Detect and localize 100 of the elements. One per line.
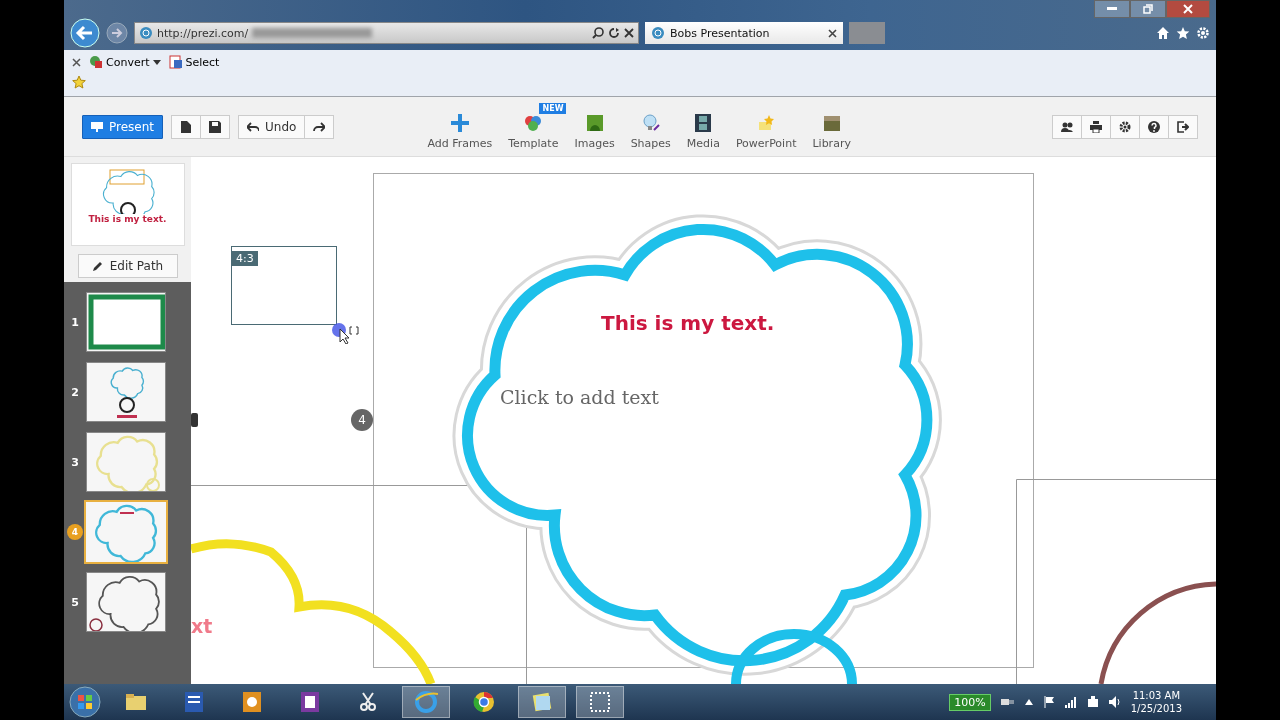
url-text: http://prezi.com/ (157, 26, 249, 40)
dashed-square-icon[interactable] (588, 690, 612, 714)
present-button[interactable]: Present (82, 114, 164, 139)
restore-icon (1143, 4, 1153, 14)
document-icon[interactable] (182, 690, 206, 714)
pencil-icon (91, 260, 104, 272)
circles-icon (523, 113, 544, 133)
back-button[interactable] (70, 18, 100, 48)
browser-icon[interactable] (472, 690, 496, 714)
exit-icon (1177, 120, 1189, 133)
close-icon[interactable] (624, 28, 634, 38)
help-button[interactable] (1139, 114, 1169, 139)
caret-icon[interactable] (1024, 699, 1033, 705)
slide-number: 1 (70, 315, 80, 329)
slide-thumbnail[interactable] (86, 572, 166, 632)
exit-button[interactable] (1168, 114, 1198, 139)
slide-thumbnail[interactable] (86, 362, 166, 422)
tool-button[interactable]: PowerPoint (727, 103, 805, 150)
minimize-icon (1107, 7, 1117, 11)
bulb-icon (640, 113, 661, 133)
flag-icon[interactable] (1042, 696, 1055, 708)
settings-icon[interactable] (1196, 26, 1210, 40)
share-button[interactable] (1052, 114, 1082, 139)
tab-title: Bobs Presentation (670, 26, 771, 40)
printer-icon (1090, 120, 1102, 133)
print-button[interactable] (1081, 114, 1111, 139)
save-icon (209, 120, 222, 133)
date-text: 1/25/2013 (1130, 702, 1182, 715)
edit-path-button[interactable]: Edit Path (77, 254, 178, 278)
start-button[interactable] (68, 685, 102, 719)
tool-button[interactable]: NEW Template (500, 103, 567, 150)
aspect-ratio-label: 4:3 (232, 251, 258, 266)
film-icon (693, 113, 714, 133)
tool-button[interactable]: Library (804, 103, 859, 150)
step-badge: 4 (67, 524, 83, 540)
notebook-icon[interactable] (298, 690, 322, 714)
plus-icon (449, 113, 470, 133)
slide-thumbnail[interactable] (86, 292, 166, 352)
help-icon (1148, 120, 1160, 133)
document-icon (181, 120, 192, 133)
signal-icon[interactable] (1064, 696, 1077, 708)
close-icon[interactable] (72, 57, 81, 67)
browser-tab[interactable]: Bobs Presentation (645, 22, 843, 44)
tool-button[interactable]: Images (566, 103, 623, 150)
tool-button[interactable]: Shapes (622, 103, 679, 150)
settings-button[interactable] (1110, 114, 1140, 139)
power-plug-icon[interactable] (1000, 696, 1015, 708)
slide-number: 5 (70, 595, 80, 609)
save-button[interactable] (200, 114, 231, 139)
globe-icon (139, 26, 153, 40)
forward-button[interactable] (106, 22, 128, 44)
address-bar[interactable]: http://prezi.com/ (134, 22, 639, 44)
redo-button[interactable] (304, 114, 335, 139)
convert-icon (89, 55, 103, 69)
picture-icon (584, 113, 605, 133)
close-window-button[interactable] (1166, 0, 1210, 18)
globe-icon (651, 26, 665, 40)
minimize-button[interactable] (1094, 0, 1130, 18)
star-icon[interactable] (1176, 26, 1190, 40)
frame-outline[interactable]: 4:3 (231, 246, 337, 325)
document-icon[interactable] (240, 690, 264, 714)
close-icon[interactable] (828, 28, 837, 38)
screen-icon (91, 120, 103, 133)
settings-icon (1119, 120, 1131, 133)
undo-button[interactable]: Undo (238, 114, 306, 139)
caret-icon (152, 59, 161, 65)
resize-handle[interactable] (191, 413, 198, 427)
clock[interactable]: 11:03 AM 1/25/2013 (1130, 689, 1182, 715)
bracket-icon (349, 326, 359, 335)
home-icon[interactable] (1156, 26, 1170, 40)
box-icon (821, 113, 842, 133)
close-icon (1183, 4, 1193, 14)
tool-button[interactable]: Add Frames (419, 103, 501, 150)
text-box[interactable]: This is my text. (601, 311, 775, 335)
overview-thumbnail[interactable]: This is my text. (70, 163, 185, 246)
toolbar-button[interactable]: Select (168, 55, 220, 69)
text-placeholder[interactable]: Click to add text (500, 386, 659, 408)
undo-icon (247, 121, 260, 132)
redo-icon (313, 121, 326, 132)
favorites-icon[interactable] (72, 75, 86, 89)
thumbnail-text: This is my text. (87, 214, 168, 224)
device-icon[interactable] (1086, 696, 1099, 708)
speaker-icon[interactable] (1108, 696, 1121, 708)
slide-thumbnail[interactable] (84, 500, 168, 564)
restore-button[interactable] (1130, 0, 1166, 18)
new-badge: NEW (539, 103, 567, 114)
tool-button[interactable]: Media (678, 103, 728, 150)
slide-number: 3 (70, 455, 80, 469)
battery-indicator[interactable]: 100% (949, 693, 991, 711)
slide-thumbnail[interactable] (86, 432, 166, 492)
slide-number: 2 (70, 385, 80, 399)
search-icon[interactable] (592, 27, 604, 39)
toolbar-button[interactable]: Convert (89, 55, 161, 69)
sparkle-icon (756, 113, 777, 133)
refresh-icon[interactable] (608, 27, 620, 39)
step-badge: 4 (351, 409, 373, 431)
time-text: 11:03 AM (1132, 689, 1181, 702)
new-button[interactable] (171, 114, 202, 139)
people-icon (1061, 120, 1073, 133)
select-icon (168, 55, 183, 69)
